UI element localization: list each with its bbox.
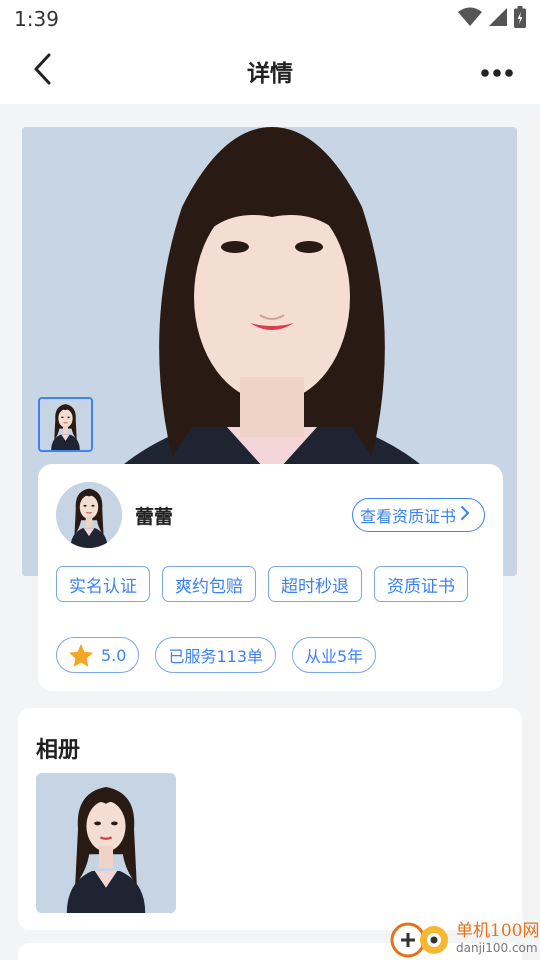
star-icon <box>69 644 93 667</box>
watermark: 单机100网 danji100.com <box>388 916 540 960</box>
chevron-right-icon <box>460 505 470 525</box>
more-button[interactable] <box>476 50 518 92</box>
tag-instant-refund: 超时秒退 <box>268 566 362 602</box>
status-time: 1:39 <box>14 7 59 31</box>
album-photo[interactable] <box>36 773 176 913</box>
rating-value: 5.0 <box>101 645 127 665</box>
back-button[interactable] <box>22 50 64 92</box>
view-certificate-label: 查看资质证书 <box>359 507 456 526</box>
view-certificate-button[interactable]: 查看资质证书 <box>351 498 485 532</box>
avatar <box>56 482 122 548</box>
page-title: 详情 <box>247 61 293 87</box>
battery-icon <box>514 6 526 32</box>
wifi-icon <box>458 7 482 31</box>
chevron-left-icon <box>31 52 55 90</box>
served-count-badge: 已服务113单 <box>155 637 276 673</box>
rating-badge: 5.0 <box>56 637 140 673</box>
photo-thumbnail[interactable] <box>38 397 93 452</box>
profile-name: 蕾蕾 <box>135 506 174 528</box>
stats-row: 5.0 已服务113单 从业5年 <box>56 637 377 673</box>
album-section: 相册 <box>18 708 522 930</box>
experience-badge: 从业5年 <box>292 637 377 673</box>
tag-no-show-compensation: 爽约包赔 <box>162 566 256 602</box>
more-dots-icon <box>481 62 513 81</box>
status-bar: 1:39 <box>0 0 540 38</box>
watermark-url: danji100.com <box>456 941 538 955</box>
status-icons <box>458 6 526 32</box>
service-tags: 实名认证 爽约包赔 超时秒退 资质证书 <box>56 566 468 602</box>
signal-icon <box>488 7 508 31</box>
album-title: 相册 <box>36 738 81 763</box>
profile-card: 蕾蕾 查看资质证书 实名认证 爽约包赔 超时秒退 资质证书 5.0 已服务113… <box>38 464 503 691</box>
nav-bar: 详情 <box>0 38 540 104</box>
tag-certificate: 资质证书 <box>374 566 468 602</box>
danji-logo-icon <box>388 916 454 960</box>
tag-real-name: 实名认证 <box>56 566 150 602</box>
watermark-name: 单机100网 <box>456 921 540 941</box>
